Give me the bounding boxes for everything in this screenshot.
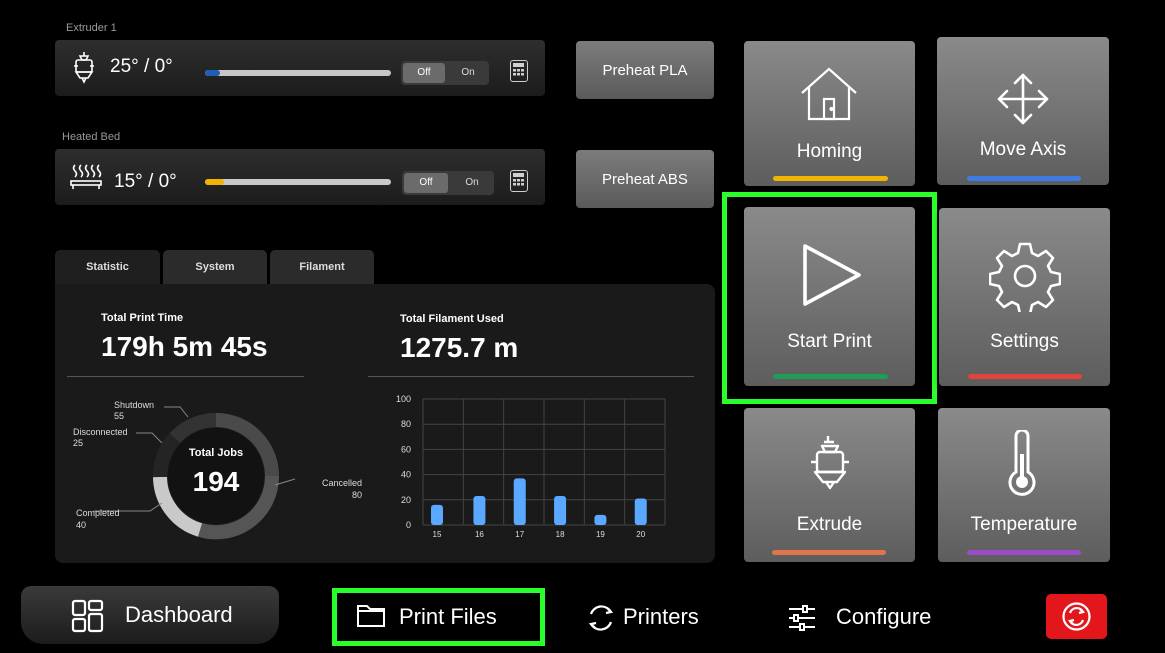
homing-accent-bar <box>773 176 888 181</box>
toggle-on-option[interactable]: On <box>450 173 494 193</box>
temperature-tile[interactable]: Temperature <box>938 408 1110 562</box>
start-print-label: Start Print <box>787 331 872 352</box>
extrude-accent-bar <box>772 550 886 555</box>
x-tick-label: 17 <box>515 530 524 539</box>
chart-bar <box>431 504 443 525</box>
extruder-section-label: Extruder 1 <box>66 22 117 34</box>
nav-printers-label: Printers <box>623 604 699 629</box>
nav-print-files-label: Print Files <box>399 604 497 629</box>
total-print-time-value: 179h 5m 45s <box>101 331 268 362</box>
move-axis-accent-bar <box>967 176 1081 181</box>
extruder-icon <box>74 52 94 84</box>
y-tick-label: 60 <box>401 444 411 454</box>
chart-bar <box>634 498 647 525</box>
x-tick-label: 18 <box>556 530 565 539</box>
temperature-accent-bar <box>967 550 1081 555</box>
chart-bar <box>513 478 526 525</box>
nav-dashboard-label: Dashboard <box>125 602 233 627</box>
gear-icon <box>989 242 1061 312</box>
extrude-label: Extrude <box>796 514 863 535</box>
preheat-pla-button[interactable]: Preheat PLA <box>576 41 714 99</box>
settings-tile[interactable]: Settings <box>939 208 1110 386</box>
bed-section-label: Heated Bed <box>62 131 121 143</box>
move-arrows-icon <box>997 73 1049 125</box>
jobs-bar-chart: 0 20 40 60 80 100 15 16 17 18 19 20 <box>396 394 666 539</box>
extruder-icon <box>811 436 849 490</box>
donut-disconnected-legend: Disconnected 25 <box>73 427 128 448</box>
calculator-icon[interactable] <box>510 60 528 82</box>
extruder-control-bar: 25° / 0° Off On <box>55 40 545 96</box>
extruder-temp-slider[interactable] <box>205 70 391 76</box>
x-tick-label: 20 <box>636 530 645 539</box>
total-print-time-label: Total Print Time <box>101 312 184 324</box>
sync-icon <box>588 605 614 631</box>
tab-filament[interactable]: Filament <box>270 250 374 284</box>
settings-label: Settings <box>990 331 1059 352</box>
extrude-tile[interactable]: Extrude <box>744 408 915 562</box>
extruder-power-toggle[interactable]: Off On <box>401 61 489 85</box>
divider <box>67 376 304 377</box>
tab-statistic[interactable]: Statistic <box>55 250 160 284</box>
y-tick-label: 80 <box>401 419 411 429</box>
homing-tile[interactable]: Homing <box>744 41 915 186</box>
calculator-icon[interactable] <box>510 170 528 192</box>
start-print-tile[interactable]: Start Print <box>744 207 915 386</box>
toggle-on-option[interactable]: On <box>447 63 489 83</box>
donut-shutdown-legend: Shutdown 55 <box>114 400 155 421</box>
toggle-off-option[interactable]: Off <box>404 173 448 193</box>
nav-print-files[interactable]: Print Files <box>337 593 540 641</box>
play-icon <box>803 244 861 306</box>
tab-system[interactable]: System <box>163 250 267 284</box>
bed-temp-slider[interactable] <box>205 179 391 185</box>
temperature-label: Temperature <box>970 514 1078 535</box>
nav-configure-label: Configure <box>836 604 932 629</box>
extruder-temp-readout: 25° / 0° <box>110 56 173 77</box>
nav-dashboard[interactable]: Dashboard <box>21 586 279 644</box>
heated-bed-icon <box>70 164 102 189</box>
y-tick-label: 40 <box>401 470 411 480</box>
move-axis-tile[interactable]: Move Axis <box>937 37 1109 185</box>
chart-grid <box>422 398 666 526</box>
bed-control-bar: 15° / 0° Off On <box>55 149 545 205</box>
total-filament-value: 1275.7 m <box>400 332 519 363</box>
restart-icon <box>1062 602 1091 631</box>
x-tick-label: 16 <box>475 530 484 539</box>
dashboard-icon <box>71 599 104 633</box>
bed-temp-readout: 15° / 0° <box>114 171 177 192</box>
home-icon <box>801 67 857 121</box>
thermometer-icon <box>1008 430 1036 496</box>
preheat-abs-button[interactable]: Preheat ABS <box>576 150 714 208</box>
chart-bar <box>554 496 567 525</box>
chart-bar <box>473 496 486 525</box>
nav-printers[interactable]: Printers <box>585 598 715 638</box>
start-print-accent-bar <box>773 374 888 379</box>
sliders-icon <box>789 605 815 631</box>
total-filament-label: Total Filament Used <box>400 313 504 325</box>
donut-cancelled-legend: Cancelled 80 <box>322 478 363 500</box>
x-tick-label: 19 <box>596 530 605 539</box>
toggle-off-option[interactable]: Off <box>403 63 445 83</box>
chart-bar <box>594 514 607 525</box>
donut-completed-legend: Completed 40 <box>76 508 120 530</box>
y-tick-label: 100 <box>396 394 411 404</box>
move-axis-label: Move Axis <box>979 139 1067 160</box>
y-tick-label: 0 <box>406 520 411 530</box>
bed-power-toggle[interactable]: Off On <box>402 171 494 195</box>
y-tick-label: 20 <box>401 495 411 505</box>
emergency-restart-button[interactable] <box>1046 594 1107 639</box>
homing-label: Homing <box>796 141 863 162</box>
divider <box>368 376 694 377</box>
folder-icon <box>357 605 385 627</box>
settings-accent-bar <box>968 374 1082 379</box>
nav-configure[interactable]: Configure <box>787 598 947 638</box>
x-tick-label: 15 <box>433 530 442 539</box>
